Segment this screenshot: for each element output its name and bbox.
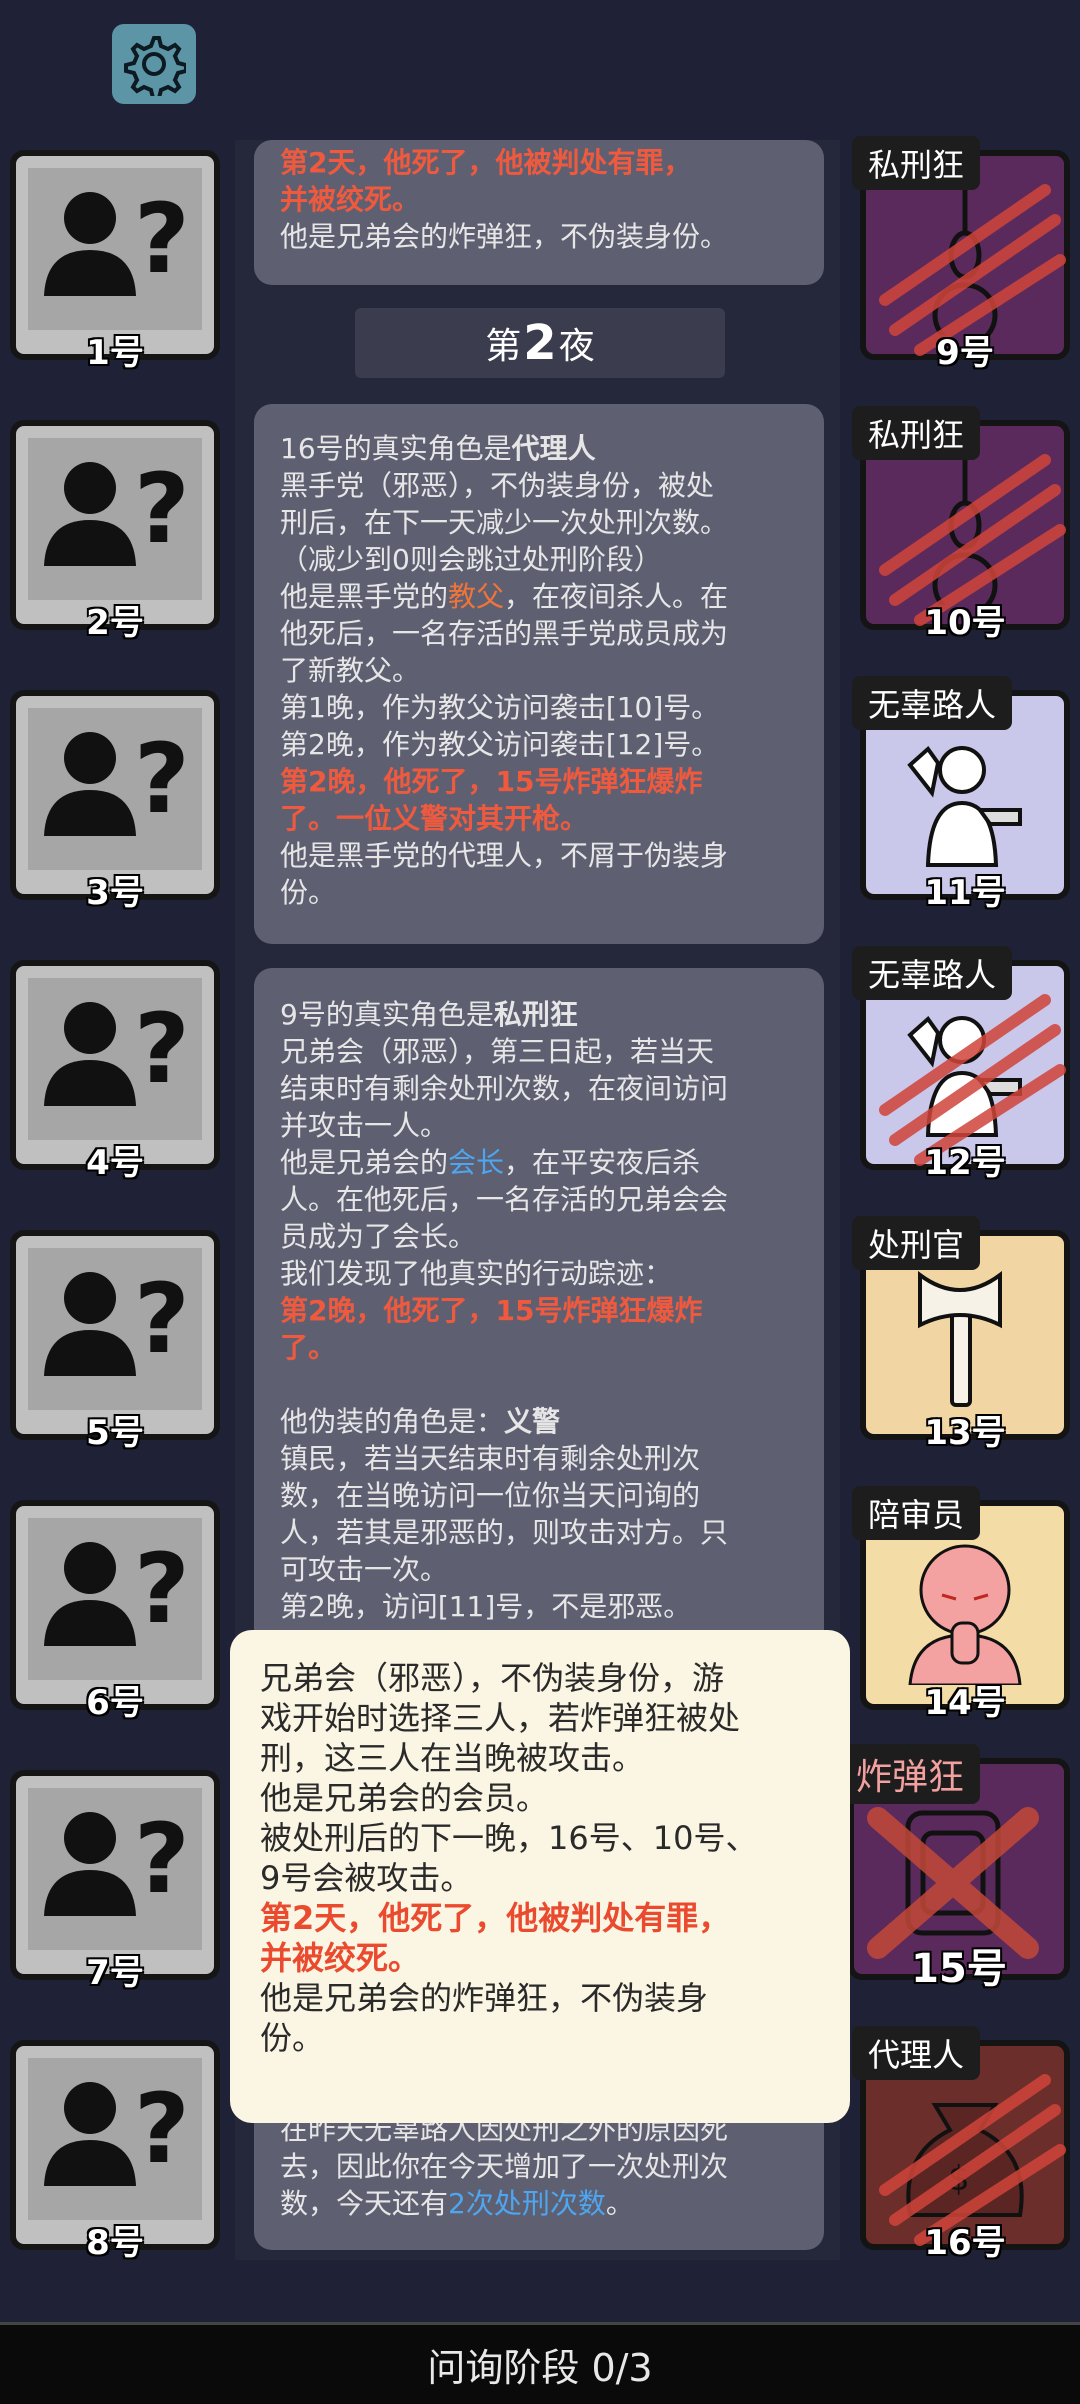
- role-card-number: 9号: [936, 333, 994, 373]
- log-line: 并被绞死。: [280, 183, 421, 216]
- log-line: 第2天，他死了，他被判处有罪，: [280, 146, 692, 179]
- player-number: 6号: [86, 1683, 144, 1723]
- role-card[interactable]: 炸弹狂 15号: [840, 1744, 1070, 1992]
- role-card[interactable]: 处刑官 13号: [852, 1216, 1070, 1453]
- settings-button[interactable]: [112, 24, 196, 104]
- unknown-player-icon: ?: [44, 183, 190, 296]
- svg-text:?: ?: [134, 1803, 190, 1915]
- player-number: 8号: [86, 2223, 144, 2263]
- role-tag: 私刑狂: [852, 136, 981, 190]
- role-card-number: 14号: [924, 1683, 1006, 1723]
- role-tag: 代理人: [852, 2026, 981, 2080]
- log-line: 他是兄弟会的炸弹狂，不伪装身份。: [280, 220, 729, 253]
- player-slot[interactable]: ? 3号: [10, 690, 220, 913]
- player-number: 1号: [86, 333, 144, 373]
- player-number: 2号: [86, 603, 144, 643]
- player-slot[interactable]: ? 4号: [10, 960, 220, 1183]
- player-number: 4号: [86, 1143, 144, 1183]
- role-card-number: 12号: [924, 1143, 1006, 1183]
- unknown-player-icon: ?: [44, 1263, 190, 1376]
- role-card-number: 13号: [924, 1413, 1006, 1453]
- player-number: 5号: [86, 1413, 144, 1453]
- unknown-player-icon: ?: [44, 1803, 190, 1916]
- role-tag: 处刑官: [852, 1216, 981, 1270]
- player-slot[interactable]: ? 6号: [10, 1500, 220, 1723]
- role-tag: 无辜路人: [852, 946, 1013, 1000]
- svg-text:?: ?: [134, 2073, 190, 2185]
- role-tag: 炸弹狂: [840, 1744, 981, 1804]
- praying-person-icon: [908, 1544, 1022, 1685]
- player-slot[interactable]: ? 5号: [10, 1230, 220, 1453]
- role-card[interactable]: 私刑狂 9号: [852, 136, 1070, 373]
- role-card[interactable]: 陪审员 14号: [852, 1486, 1070, 1723]
- svg-text:?: ?: [134, 183, 190, 295]
- role-card-number: 11号: [924, 873, 1006, 913]
- role-tooltip-popup[interactable]: 兄弟会（邪恶），不伪装身份，游 戏开始时选择三人，若炸弹狂被处 刑，这三人在当晚…: [230, 1630, 850, 2123]
- role-card[interactable]: $ 代理人 16号: [852, 2026, 1070, 2263]
- role-tag: 无辜路人: [852, 676, 1013, 730]
- role-card[interactable]: 无辜路人 11号: [852, 676, 1070, 913]
- role-card-number: 15号: [911, 1946, 1007, 1992]
- phase-label: 问询阶段 0/3: [427, 2346, 653, 2390]
- role-card[interactable]: 私刑狂 10号: [852, 406, 1070, 643]
- role-tag: 私刑狂: [852, 406, 981, 460]
- axe-icon: [918, 1271, 1002, 1407]
- player-slot[interactable]: ? 8号: [10, 2040, 220, 2263]
- phase-bar: 问询阶段 0/3: [0, 2322, 1080, 2404]
- unknown-player-icon: ?: [44, 993, 190, 1106]
- unknown-player-icon: ?: [44, 1533, 190, 1646]
- unknown-player-icon: ?: [44, 723, 190, 836]
- unknown-player-icon: ?: [44, 2073, 190, 2186]
- svg-text:?: ?: [134, 723, 190, 835]
- player-slot[interactable]: ? 1号: [10, 150, 220, 373]
- svg-text:?: ?: [134, 1263, 190, 1375]
- log-card-bomber: 第2天，他死了，他被判处有罪， 并被绞死。 他是兄弟会的炸弹狂，不伪装身份。: [254, 140, 824, 285]
- gear-icon: [124, 36, 186, 96]
- role-card-number: 10号: [924, 603, 1006, 643]
- player-number: 3号: [86, 873, 144, 913]
- role-card[interactable]: 无辜路人 12号: [852, 946, 1070, 1183]
- unknown-player-icon: ?: [44, 453, 190, 566]
- svg-text:?: ?: [134, 453, 190, 565]
- night-header: 第2夜: [355, 308, 725, 378]
- svg-text:?: ?: [134, 993, 190, 1105]
- player-slot[interactable]: ? 7号: [10, 1770, 220, 1993]
- player-number: 7号: [86, 1953, 144, 1993]
- role-card-number: 16号: [924, 2223, 1006, 2263]
- log-card-16: 16号的真实角色是代理人 黑手党（邪恶），不伪装身份，被处 刑后，在下一天减少一…: [254, 404, 824, 944]
- hostage-icon: [907, 746, 1022, 867]
- player-slot[interactable]: ? 2号: [10, 420, 220, 643]
- role-tag: 陪审员: [852, 1486, 981, 1540]
- svg-text:?: ?: [134, 1533, 190, 1645]
